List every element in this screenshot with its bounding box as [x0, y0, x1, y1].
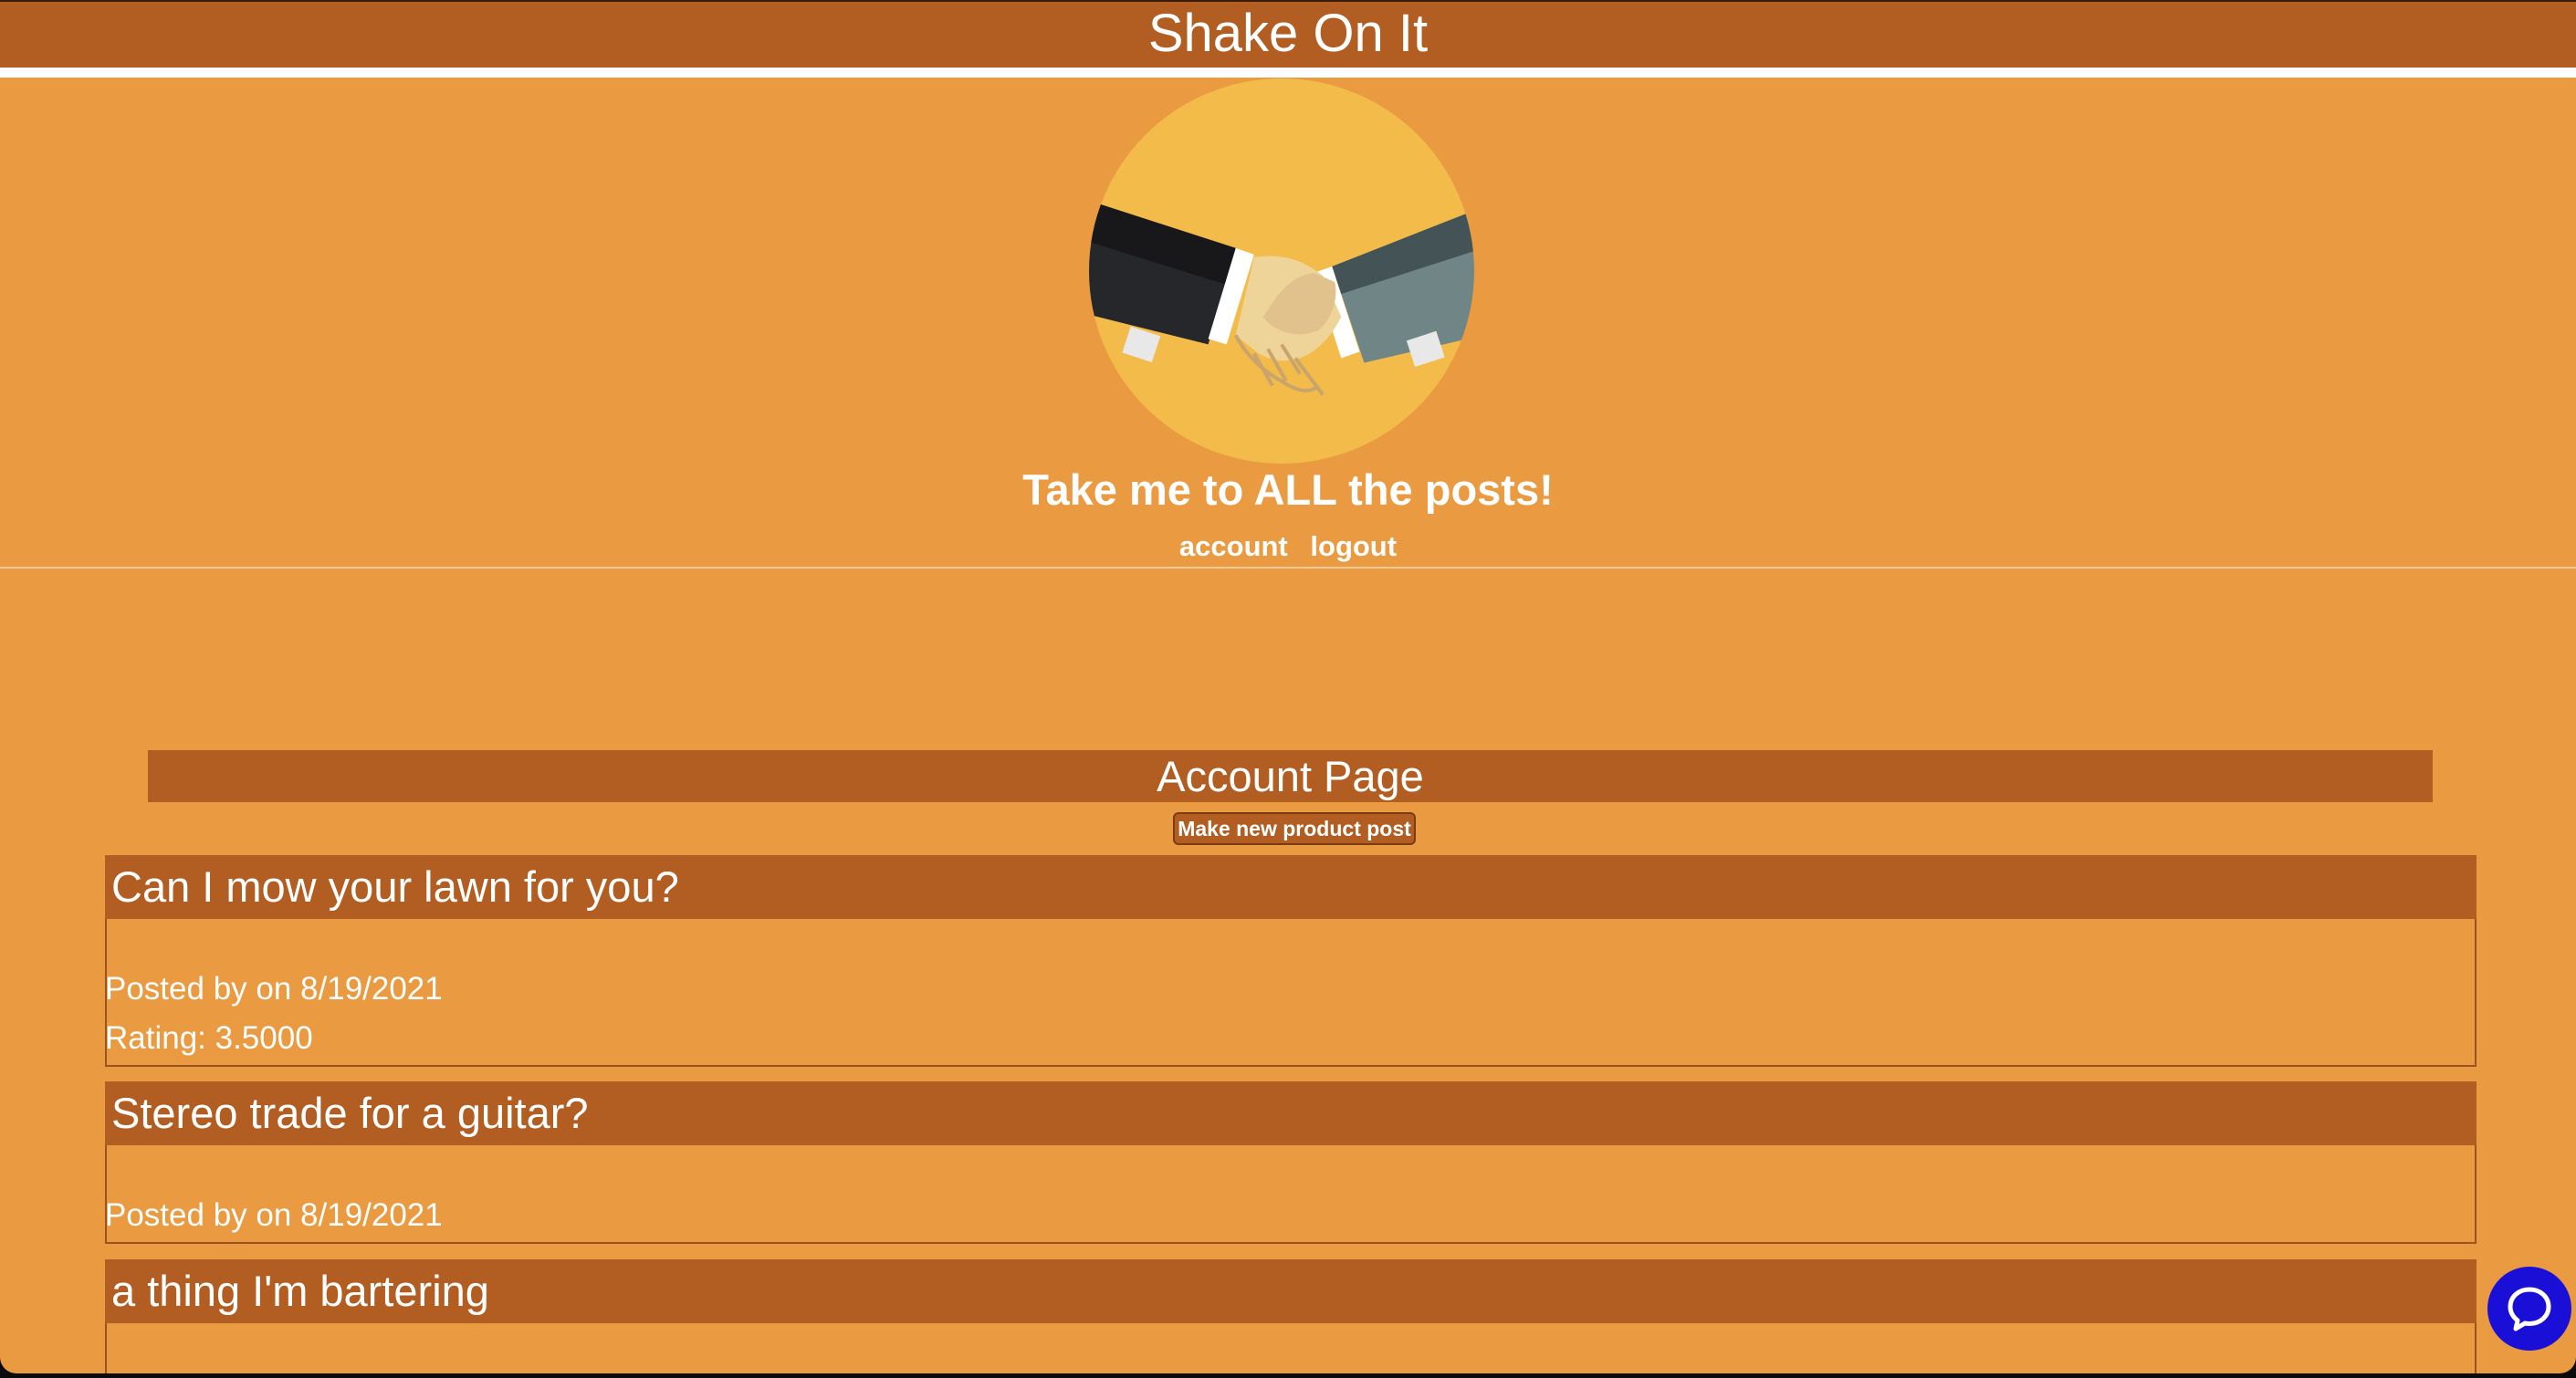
header-divider [0, 68, 2576, 78]
site-header: Shake On It [0, 0, 2576, 68]
post-title[interactable]: a thing I'm bartering [105, 1259, 2477, 1323]
nav-divider [0, 567, 2576, 569]
app-viewport: Shake On It Take me to ALL the posts! ac… [0, 0, 2576, 1373]
post-author-date: Posted by on 8/19/2021 [105, 1197, 443, 1233]
post-card: a thing I'm bartering [105, 1259, 2477, 1373]
site-title: Shake On It [1147, 4, 1429, 63]
logout-link[interactable]: logout [1310, 530, 1397, 562]
post-rating: Rating: 3.5000 [105, 1020, 313, 1056]
post-card: Can I mow your lawn for you? Posted by o… [105, 855, 2477, 1067]
post-body: Posted by on 8/19/2021 [105, 1145, 2475, 1240]
post-title[interactable]: Can I mow your lawn for you? [105, 855, 2477, 919]
chat-icon-glyph [2508, 1287, 2551, 1331]
user-nav: account logout [0, 527, 2576, 566]
post-author-date: Posted by on 8/19/2021 [105, 971, 443, 1007]
post-body: Posted by on 8/19/2021 Rating: 3.5000 [105, 919, 2475, 1063]
chat-bubble-icon[interactable] [2487, 1267, 2571, 1351]
handshake-logo-icon [1089, 78, 1474, 464]
post-card: Stereo trade for a guitar? Posted by on … [105, 1081, 2477, 1244]
new-product-post-button[interactable]: Make new product post [1173, 812, 1416, 845]
post-title[interactable]: Stereo trade for a guitar? [105, 1081, 2477, 1145]
all-posts-link[interactable]: Take me to ALL the posts! [0, 460, 2576, 520]
account-link[interactable]: account [1179, 530, 1288, 562]
page-title: Account Page [148, 750, 2433, 802]
